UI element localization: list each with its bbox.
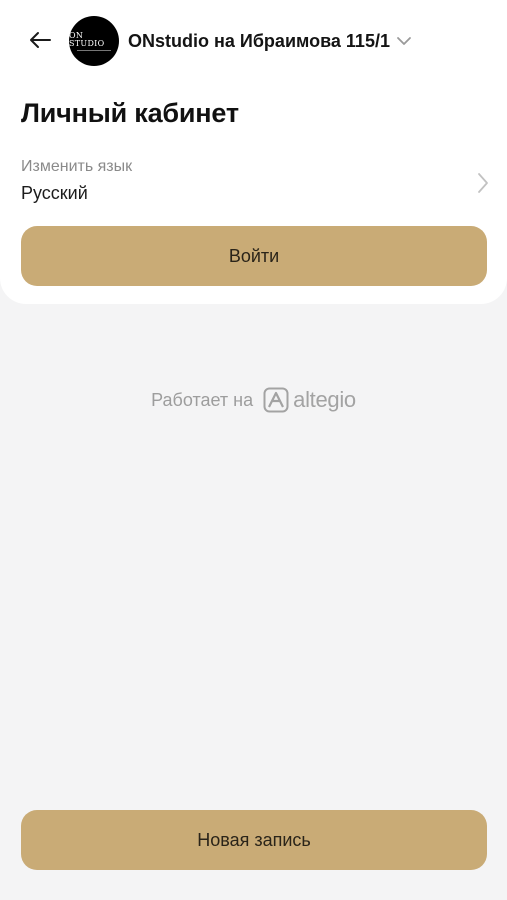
altegio-brand: altegio [293,387,356,412]
chevron-down-icon [396,36,412,46]
login-button[interactable]: Войти [21,226,487,286]
profile-card: ON STUDIO ONstudio на Ибраимова 115/1 Ли… [0,0,507,304]
page-title: Личный кабинет [21,98,239,128]
studio-selector[interactable]: ONstudio на Ибраимова 115/1 [128,26,412,56]
new-booking-button[interactable]: Новая запись [21,810,487,870]
avatar-logo-text: ON STUDIO [69,30,105,48]
avatar: ON STUDIO [69,16,119,66]
language-label: Изменить язык [21,158,133,175]
powered-by-text: Работает на [151,389,254,410]
header: ON STUDIO ONstudio на Ибраимова 115/1 [0,14,507,66]
altegio-logo-icon [263,387,289,413]
chevron-right-icon [477,172,489,199]
powered-by: Работает на altegio [0,384,507,416]
back-button[interactable] [22,24,58,56]
language-selector[interactable]: Изменить язык Русский [21,154,491,212]
avatar-logo-line [77,49,111,51]
studio-name: ONstudio на Ибраимова 115/1 [128,30,390,51]
arrow-left-icon [30,32,51,48]
language-value: Русский [21,183,88,203]
